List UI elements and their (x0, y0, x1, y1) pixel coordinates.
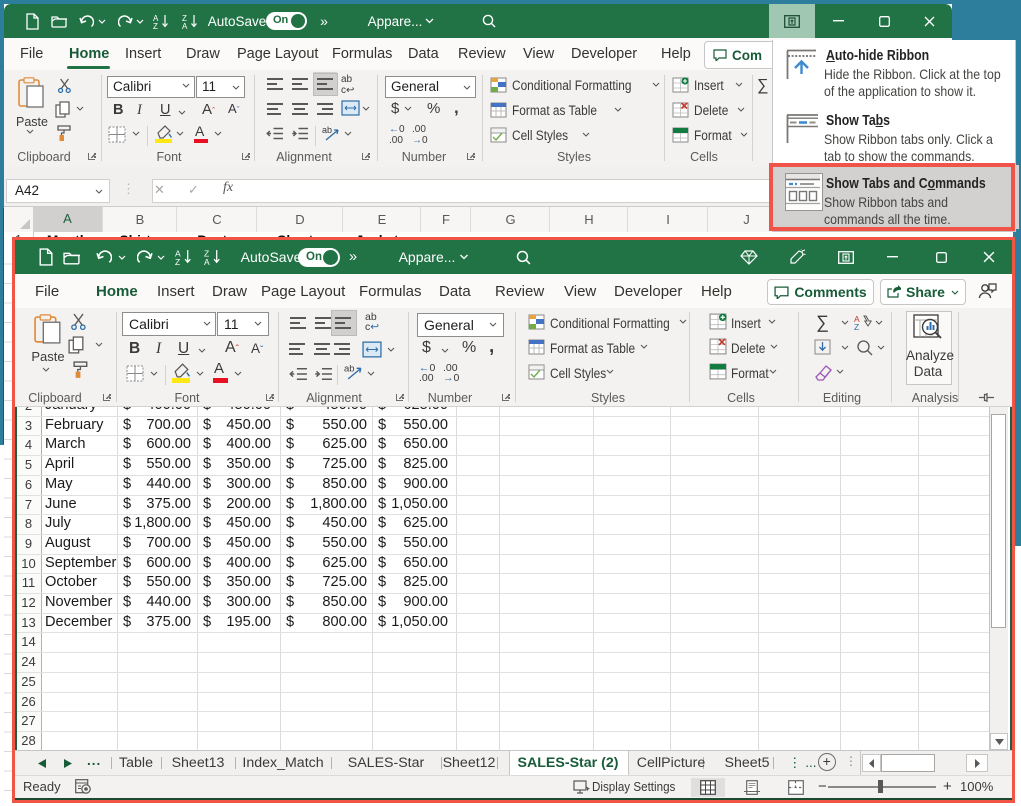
svg-text:Z: Z (175, 257, 180, 265)
svg-text:Z: Z (854, 322, 859, 331)
svg-text:Z: Z (153, 22, 158, 29)
svg-text:A: A (204, 257, 210, 265)
svg-text:ab: ab (322, 125, 332, 135)
svg-text:ab: ab (344, 364, 355, 375)
svg-text:A: A (182, 22, 188, 29)
